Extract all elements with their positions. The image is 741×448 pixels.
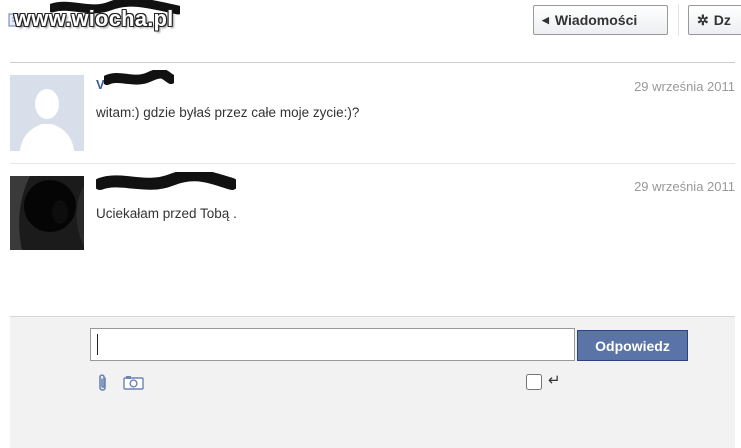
- avatar[interactable]: [10, 176, 84, 250]
- paperclip-icon[interactable]: [97, 373, 109, 393]
- avatar[interactable]: [10, 75, 84, 151]
- message-date: 29 września 2011: [634, 179, 735, 194]
- redaction-scribble: [104, 70, 174, 85]
- actions-button-label: Dz: [713, 12, 731, 28]
- reply-input[interactable]: [90, 328, 575, 361]
- message-date: 29 września 2011: [634, 79, 735, 94]
- watermark-logo: www.wiocha.pl: [14, 6, 174, 31]
- back-to-messages-button[interactable]: ◀ Wiadomości: [533, 5, 668, 35]
- actions-button[interactable]: ✲ Dz: [688, 5, 741, 35]
- default-avatar-icon: [10, 75, 84, 151]
- reply-button[interactable]: Odpowiedz: [577, 330, 688, 361]
- enter-key-icon: ↵: [548, 371, 561, 389]
- profile-photo: [10, 176, 84, 250]
- message-divider: [10, 163, 735, 164]
- message-text: Uciekałam przed Tobą .: [96, 206, 237, 221]
- text-caret: [97, 334, 98, 355]
- message-text: witam:) gdzie byłaś przez całe moje zyci…: [96, 105, 360, 120]
- header-divider-line: [10, 62, 735, 63]
- triangle-left-icon: ◀: [542, 14, 549, 25]
- back-button-label: Wiadomości: [554, 12, 638, 28]
- header-divider: [678, 4, 679, 36]
- redaction-scribble: [96, 172, 236, 190]
- camera-icon[interactable]: [123, 375, 144, 390]
- gear-icon: ✲: [697, 11, 709, 28]
- send-on-enter-checkbox[interactable]: [526, 374, 542, 390]
